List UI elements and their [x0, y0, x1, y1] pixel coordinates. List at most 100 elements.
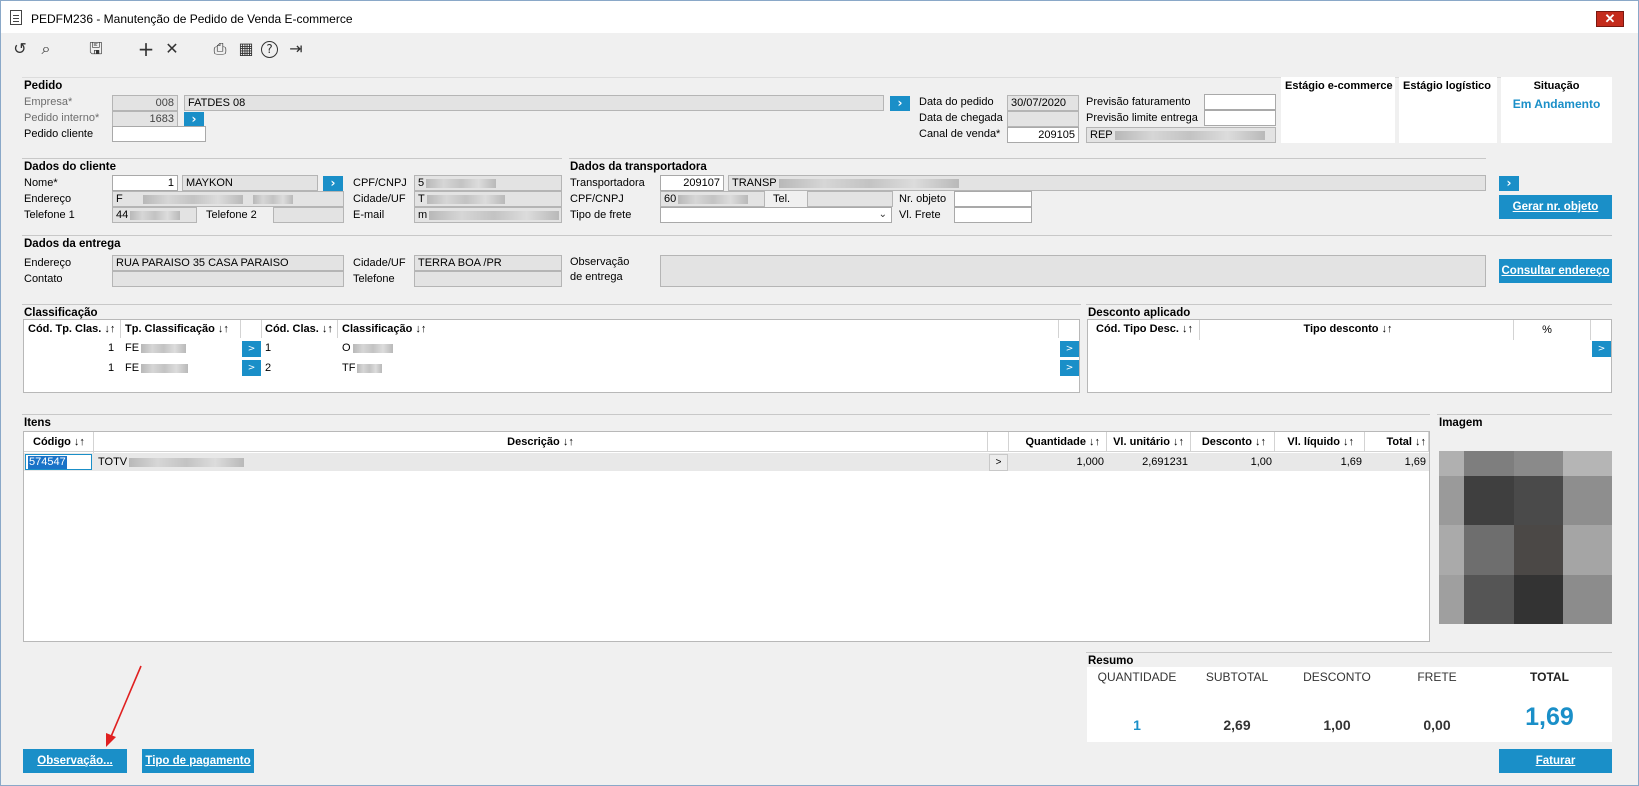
- col-tipo-desconto[interactable]: Tipo desconto ↓↑: [1198, 323, 1498, 335]
- cell-tp-text: FE: [125, 342, 140, 354]
- data-pedido-field[interactable]: 30/07/2020: [1007, 95, 1079, 111]
- calendar-icon[interactable]: ▦: [235, 39, 257, 59]
- telefone1-field[interactable]: 44: [112, 207, 197, 223]
- col-classificacao[interactable]: Classificação ↓↑: [342, 323, 426, 335]
- email-label: E-mail: [353, 209, 385, 221]
- print-icon[interactable]: ⎙: [209, 39, 231, 59]
- table-row[interactable]: 574547 TOTV > 1,000 2,691231 1,00 1,69 1…: [24, 453, 1429, 471]
- section-itens: Itens: [24, 417, 51, 429]
- transportadora-lookup-button[interactable]: ›: [1499, 176, 1519, 191]
- cliente-lookup-button[interactable]: ›: [323, 176, 343, 191]
- contato-field[interactable]: [112, 271, 344, 287]
- col-vl-unitario[interactable]: Vl. unitário ↓↑: [1102, 436, 1184, 448]
- col-percent[interactable]: %: [1512, 324, 1582, 336]
- add-icon[interactable]: +: [135, 39, 157, 59]
- row-expand-button[interactable]: >: [1060, 341, 1079, 357]
- row-expand-button[interactable]: >: [1060, 360, 1079, 376]
- col-total[interactable]: Total ↓↑: [1356, 436, 1426, 448]
- col-cod-tipo-desc[interactable]: Cód. Tipo Desc. ↓↑: [1096, 323, 1193, 335]
- divider: [1428, 432, 1429, 452]
- section-classificacao: Classificação: [24, 307, 98, 319]
- cell-clas-text: TF: [342, 362, 356, 374]
- divider: [261, 320, 262, 338]
- toolbar: ↺ ⌕ 🖫 + ✕ ⎙ ▦ ? ⇥: [1, 34, 1638, 64]
- data-chegada-field[interactable]: [1007, 111, 1079, 127]
- estagio-ecommerce-panel: Estágio e-commerce: [1281, 77, 1395, 143]
- empresa-name-field[interactable]: FATDES 08: [184, 95, 884, 111]
- pedido-interno-lookup-button[interactable]: ›: [184, 112, 204, 127]
- pedido-cliente-field[interactable]: [112, 126, 206, 142]
- tipo-frete-select[interactable]: ⌄: [660, 207, 892, 223]
- previsao-faturamento-label: Previsão faturamento: [1086, 96, 1191, 108]
- cliente-cpf-label: CPF/CNPJ: [353, 177, 407, 189]
- cliente-cpf-field[interactable]: 5: [414, 175, 562, 191]
- previsao-limite-field[interactable]: [1204, 110, 1276, 126]
- redacted-text: [678, 194, 749, 204]
- section-pedido: Pedido: [24, 80, 63, 92]
- title-bar: PEDFM236 - Manutenção de Pedido de Venda…: [1, 1, 1638, 33]
- col-tp-classificacao[interactable]: Tp. Classificação ↓↑: [125, 323, 229, 335]
- transp-cpf-field[interactable]: 60: [660, 191, 765, 207]
- empresa-lookup-button[interactable]: ›: [890, 96, 910, 111]
- col-desconto[interactable]: Desconto ↓↑: [1186, 436, 1266, 448]
- cell-clas: O: [342, 342, 393, 354]
- cell-cod: 2: [265, 362, 272, 374]
- telefone2-field[interactable]: [273, 207, 344, 223]
- cliente-cidade-field[interactable]: T: [414, 191, 562, 207]
- exit-icon[interactable]: ⇥: [285, 39, 307, 59]
- previsao-faturamento-field[interactable]: [1204, 94, 1276, 110]
- nr-objeto-field[interactable]: [954, 191, 1032, 207]
- resumo-total-label: TOTAL: [1530, 670, 1569, 684]
- cancel-icon[interactable]: ✕: [161, 39, 183, 59]
- col-descricao[interactable]: Descrição ↓↑: [94, 436, 987, 448]
- cliente-cidade: T: [418, 193, 425, 205]
- redacted-text: [426, 194, 505, 204]
- search-icon[interactable]: ⌕: [35, 39, 57, 59]
- cliente-cpf: 5: [418, 177, 425, 189]
- tipo-pagamento-button[interactable]: Tipo de pagamento: [142, 749, 254, 773]
- descricao-cell: TOTV: [98, 456, 245, 468]
- item-expand-button[interactable]: >: [989, 454, 1008, 471]
- observacao-entrega-field[interactable]: [660, 255, 1486, 287]
- transp-cpf-label: CPF/CNPJ: [570, 193, 624, 205]
- vl-frete-field[interactable]: [954, 207, 1032, 223]
- gerar-objeto-button[interactable]: Gerar nr. objeto: [1499, 195, 1612, 219]
- resumo-total-value: 1,69: [1525, 703, 1574, 731]
- col-vl-liquido[interactable]: Vl. líquido ↓↑: [1268, 436, 1354, 448]
- entrega-endereco-field[interactable]: RUA PARAISO 35 CASA PARAISO: [112, 255, 344, 271]
- canal-venda-code-field[interactable]: 209105: [1007, 127, 1079, 143]
- transportadora-name-field[interactable]: TRANSP: [728, 175, 1486, 191]
- empresa-code-field[interactable]: 008: [112, 95, 178, 111]
- email-field[interactable]: m: [414, 207, 562, 223]
- section-cliente: Dados do cliente: [24, 161, 117, 173]
- total-cell: 1,69: [1404, 456, 1426, 468]
- col-quantidade[interactable]: Quantidade ↓↑: [1014, 436, 1100, 448]
- close-button[interactable]: ✕: [1596, 11, 1624, 27]
- cell-tp: FE: [125, 362, 189, 374]
- entrega-cidade-field[interactable]: TERRA BOA /PR: [414, 255, 562, 271]
- help-icon[interactable]: ?: [261, 41, 278, 58]
- quantidade-cell: 1,000: [1076, 456, 1104, 468]
- consultar-endereco-button[interactable]: Consultar endereço: [1499, 259, 1612, 283]
- pedido-interno-field[interactable]: 1683: [112, 111, 178, 127]
- col-codigo[interactable]: Código ↓↑: [33, 436, 85, 448]
- col-cod-clas[interactable]: Cód. Clas. ↓↑: [265, 323, 333, 335]
- row-expand-button[interactable]: >: [242, 360, 261, 376]
- col-cod-tp-clas[interactable]: Cód. Tp. Clas. ↓↑: [28, 323, 115, 335]
- observacao-button[interactable]: Observação...: [23, 749, 127, 773]
- cliente-endereco-field[interactable]: F: [112, 191, 344, 207]
- undo-icon[interactable]: ↺: [9, 39, 31, 59]
- row-expand-button[interactable]: >: [242, 341, 261, 357]
- row-expand-button[interactable]: >: [1592, 341, 1611, 357]
- save-icon[interactable]: 🖫: [85, 39, 107, 59]
- entrega-telefone-field[interactable]: [414, 271, 562, 287]
- cliente-code-field[interactable]: 1: [112, 175, 178, 191]
- transportadora-code-field[interactable]: 209107: [660, 175, 724, 191]
- canal-venda-name-field[interactable]: REP: [1086, 127, 1276, 143]
- cliente-nome-field[interactable]: MAYKON: [182, 175, 318, 191]
- resumo-desconto-label: DESCONTO: [1303, 670, 1371, 684]
- faturar-button[interactable]: Faturar: [1499, 749, 1612, 773]
- tel-field[interactable]: [807, 191, 893, 207]
- tipo-frete-label: Tipo de frete: [570, 209, 632, 221]
- codigo-cell-input[interactable]: 574547: [25, 454, 92, 470]
